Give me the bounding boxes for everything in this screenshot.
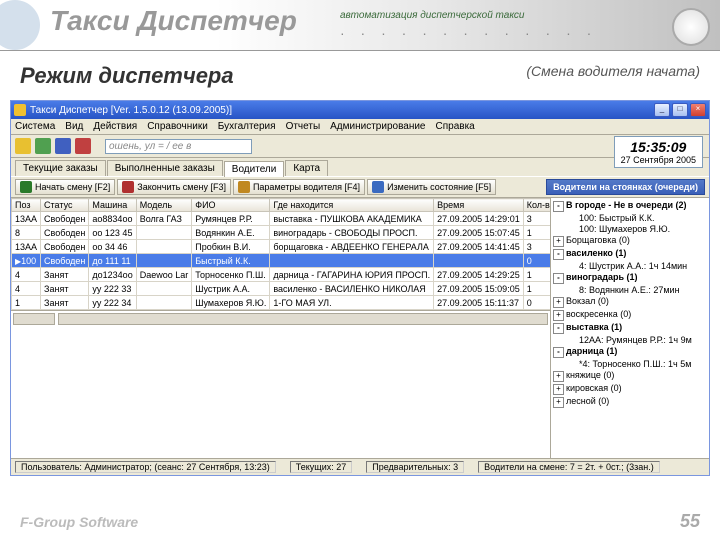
decor-dots: · · · · · · · · · · · · ·: [340, 25, 597, 41]
footer-company: F-Group Software: [20, 514, 138, 530]
table-row[interactable]: 4Занятуу 222 33Шустрик А.А.василенко - В…: [12, 282, 551, 296]
tree-node[interactable]: +воскресенка (0): [553, 309, 707, 322]
main-tabs: Текущие заказы Выполненные заказы Водите…: [11, 158, 709, 176]
tree-node[interactable]: 100: Шумахеров Я.Ю.: [553, 224, 707, 235]
col-header[interactable]: Кол-во заказов: [523, 199, 550, 212]
tab-drivers[interactable]: Водители: [224, 161, 285, 177]
tree-node[interactable]: +Вокзал (0): [553, 296, 707, 309]
col-header[interactable]: Время: [434, 199, 524, 212]
grid-scrollbar[interactable]: [11, 310, 550, 327]
menu-reports[interactable]: Отчеты: [286, 121, 321, 132]
app-window: Такси Диспетчер [Ver. 1.5.0.12 (13.09.20…: [10, 100, 710, 476]
tree-node[interactable]: -В городе - Не в очереди (2): [553, 200, 707, 213]
queue-header: Водители на стоянках (очереди): [546, 179, 705, 195]
tree-node[interactable]: 4: Шустрик А.А.: 1ч 14мин: [553, 261, 707, 272]
app-icon: [14, 104, 26, 116]
driver-toolbar: Начать смену [F2] Закончить смену [F3] П…: [11, 176, 709, 198]
drivers-grid[interactable]: ПозСтатусМашинаМодельФИОГде находитсяВре…: [11, 198, 550, 458]
table-row[interactable]: 13ААСвободенао8834ооВолга ГАЗРумянцев Р.…: [12, 212, 551, 226]
tree-node[interactable]: +княжице (0): [553, 370, 707, 383]
menu-view[interactable]: Вид: [65, 121, 83, 132]
close-button[interactable]: ×: [690, 103, 706, 117]
tree-node[interactable]: 12АА: Румянцев Р.Р.: 1ч 9м: [553, 335, 707, 346]
book-icon[interactable]: [55, 138, 71, 154]
status-user: Пользователь: Администратор; (сеанс: 27 …: [15, 461, 276, 473]
menubar: Система Вид Действия Справочники Бухгалт…: [11, 119, 709, 135]
statusbar: Пользователь: Администратор; (сеанс: 27 …: [11, 458, 709, 475]
table-row[interactable]: 100Свободендо 111 11Быстрый К.К.0: [12, 254, 551, 268]
tree-node[interactable]: -василенко (1): [553, 248, 707, 261]
tree-node[interactable]: -виноградарь (1): [553, 272, 707, 285]
col-header[interactable]: Модель: [136, 199, 192, 212]
status-pre: Предварительных: 3: [366, 461, 464, 473]
table-row[interactable]: 4Занятдо1234ооDaewoo LarТорносенко П.Ш.д…: [12, 268, 551, 282]
menu-help[interactable]: Справка: [436, 121, 475, 132]
table-row[interactable]: 8Свободеноо 123 45Водянкин А.Е.винограда…: [12, 226, 551, 240]
queue-tree[interactable]: -В городе - Не в очереди (2)100: Быстрый…: [551, 198, 709, 411]
operator-avatar: [0, 0, 40, 50]
page-title: Режим диспетчера: [20, 63, 234, 89]
end-shift-button[interactable]: Закончить смену [F3]: [117, 179, 231, 195]
tree-node[interactable]: -дарница (1): [553, 346, 707, 359]
col-header[interactable]: ФИО: [192, 199, 270, 212]
driver-params-button[interactable]: Параметры водителя [F4]: [233, 179, 365, 195]
menu-refs[interactable]: Справочники: [147, 121, 208, 132]
state-icon: [372, 181, 384, 193]
toolbar: ошень, ул = / ее в 15:35:09 27 Сентября …: [11, 135, 709, 158]
content-area: ПозСтатусМашинаМодельФИОГде находитсяВре…: [11, 198, 709, 458]
menu-system[interactable]: Система: [15, 121, 55, 132]
clock-time: 15:35:09: [621, 139, 696, 155]
slide-footer: F-Group Software 55: [20, 511, 700, 532]
minimize-button[interactable]: _: [654, 103, 670, 117]
tab-done[interactable]: Выполненные заказы: [107, 160, 223, 176]
table-row[interactable]: 1Занятуу 222 34Шумахеров Я.Ю.1-ГО МАЯ УЛ…: [12, 296, 551, 310]
tree-node[interactable]: *4: Торносенко П.Ш.: 1ч 5м: [553, 359, 707, 370]
start-shift-button[interactable]: Начать смену [F2]: [15, 179, 115, 195]
user-icon[interactable]: [35, 138, 51, 154]
status-current: Текущих: 27: [290, 461, 352, 473]
footer-page: 55: [680, 511, 700, 532]
stop-icon: [122, 181, 134, 193]
table-row[interactable]: 13ААСвободеноо 34 46Пробкин В.И.борщагов…: [12, 240, 551, 254]
start-icon: [20, 181, 32, 193]
tree-node[interactable]: +Борщаговка (0): [553, 235, 707, 248]
page-header: Такси Диспетчер автоматизация диспетчерс…: [0, 0, 720, 51]
decor-circle: [672, 8, 710, 46]
tab-current[interactable]: Текущие заказы: [15, 160, 106, 176]
change-state-button[interactable]: Изменить состояние [F5]: [367, 179, 496, 195]
tree-node[interactable]: +лесной (0): [553, 396, 707, 409]
col-header[interactable]: Статус: [41, 199, 89, 212]
tree-node[interactable]: 8: Водянкин А.Е.: 27мин: [553, 285, 707, 296]
col-header[interactable]: Поз: [12, 199, 41, 212]
window-title: Такси Диспетчер [Ver. 1.5.0.12 (13.09.20…: [30, 105, 232, 116]
menu-accounting[interactable]: Бухгалтерия: [218, 121, 276, 132]
subheader: Режим диспетчера (Смена водителя начата): [0, 51, 720, 97]
col-header[interactable]: Машина: [89, 199, 136, 212]
tree-node[interactable]: +кировская (0): [553, 383, 707, 396]
tagline: автоматизация диспетчерской такси: [340, 10, 525, 21]
tree-node[interactable]: -выставка (1): [553, 322, 707, 335]
app-title: Такси Диспетчер: [50, 5, 297, 37]
menu-actions[interactable]: Действия: [93, 121, 137, 132]
status-drivers: Водители на смене: 7 = 2т. + 0ст.; (3зан…: [478, 461, 660, 473]
maximize-button[interactable]: □: [672, 103, 688, 117]
params-icon: [238, 181, 250, 193]
titlebar[interactable]: Такси Диспетчер [Ver. 1.5.0.12 (13.09.20…: [11, 101, 709, 119]
col-header[interactable]: Где находится: [270, 199, 434, 212]
address-input[interactable]: ошень, ул = / ее в: [105, 139, 252, 154]
tree-node[interactable]: 100: Быстрый К.К.: [553, 213, 707, 224]
queue-tree-panel: -В городе - Не в очереди (2)100: Быстрый…: [550, 198, 709, 458]
clock-date: 27 Сентября 2005: [621, 155, 696, 165]
tab-map[interactable]: Карта: [285, 160, 328, 176]
key-icon[interactable]: [15, 138, 31, 154]
menu-admin[interactable]: Администрирование: [330, 121, 425, 132]
clock-panel: 15:35:09 27 Сентября 2005: [614, 136, 703, 168]
page-note: (Смена водителя начата): [526, 63, 700, 89]
refresh-icon[interactable]: [75, 138, 91, 154]
